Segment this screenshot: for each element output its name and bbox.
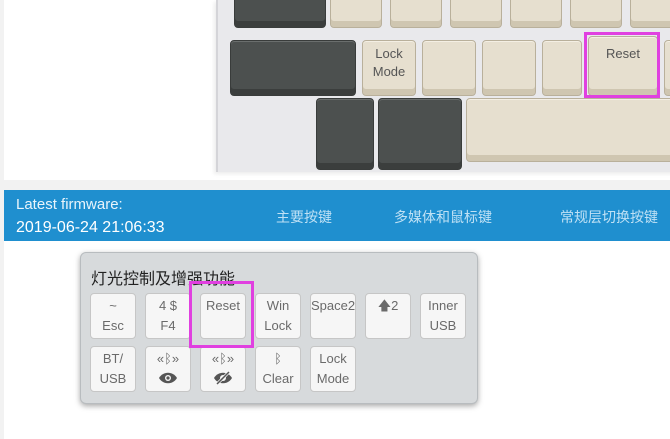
keycap-capslock — [230, 40, 356, 96]
keycap — [316, 98, 374, 170]
keycap — [510, 0, 562, 28]
keycap-legend: Lock — [375, 46, 403, 61]
keycap — [378, 98, 462, 170]
key-lock-mode-button[interactable]: Lock Mode — [310, 346, 356, 392]
tab-layer-switch-keys[interactable]: 常规层切换按键 — [560, 207, 658, 227]
button-label: 2 — [391, 298, 399, 313]
highlight-box — [189, 281, 254, 348]
bluetooth-icon: ᛒ — [274, 351, 282, 366]
key-shift-2-button[interactable]: 🡅2 — [365, 293, 411, 339]
keycap — [630, 0, 670, 28]
keycap-lock-mode: Lock Mode — [362, 40, 416, 96]
highlight-box — [584, 32, 660, 98]
keycap — [542, 40, 582, 96]
button-label: USB — [99, 371, 127, 386]
key-bt-visible-button[interactable]: «ᛒ» — [145, 346, 191, 392]
keycap-legend: Mode — [372, 64, 406, 79]
firmware-date: 2019-06-24 21:06:33 — [16, 219, 165, 236]
key-win-lock-button[interactable]: Win Lock — [255, 293, 301, 339]
key-f4-button[interactable]: 4 $ F4 — [145, 293, 191, 339]
button-label: Esc — [102, 318, 124, 333]
firmware-bar: Latest firmware: 2019-06-24 21:06:33 主要按… — [4, 190, 670, 241]
arrow-up-icon: 🡅 — [377, 298, 392, 313]
tab-multimedia-mouse-keys[interactable]: 多媒体和鼠标键 — [394, 207, 492, 227]
keycap-volume: ◀)) — [390, 0, 442, 28]
button-label: 🡅2 — [366, 298, 410, 314]
key-bt-hidden-button[interactable]: «ᛒ» — [200, 346, 246, 392]
keyboard-photo: ◀) ◀)) ◀× Lock Mode Reset — [4, 0, 670, 180]
button-label: Win — [266, 298, 290, 313]
button-label: Lock — [319, 351, 347, 366]
keycap-spacebar — [466, 98, 670, 162]
bluetooth-signal-icon: «ᛒ» — [156, 351, 180, 366]
key-space2-button[interactable]: Space2 — [310, 293, 356, 339]
button-label: 4 $ — [158, 298, 178, 313]
key-esc-button[interactable]: ~ Esc — [90, 293, 136, 339]
key-bt-clear-button[interactable]: ᛒ Clear — [255, 346, 301, 392]
keycap — [422, 40, 476, 96]
button-label: Mode — [316, 371, 350, 386]
button-label: USB — [429, 318, 457, 333]
button-label: Inner — [428, 298, 458, 313]
eye-icon — [146, 371, 190, 385]
keycap — [570, 0, 622, 28]
key-inner-usb-button[interactable]: Inner USB — [420, 293, 466, 339]
firmware-label: Latest firmware: — [16, 196, 123, 213]
keycap-volume: ◀) — [330, 0, 382, 28]
lighting-enhancement-popup: 灯光控制及增强功能 ~ Esc 4 $ F4 Reset Win Lock Sp… — [80, 252, 478, 404]
keycap — [664, 40, 670, 96]
keycap-mute: ◀× — [450, 0, 502, 28]
button-label: Space2 — [311, 298, 356, 313]
button-label: F4 — [160, 318, 176, 333]
button-label: Clear — [262, 371, 294, 386]
eye-slash-icon — [201, 371, 245, 385]
bluetooth-signal-icon: «ᛒ» — [211, 351, 235, 366]
button-label: BT/ — [102, 351, 124, 366]
tab-main-keys[interactable]: 主要按键 — [276, 207, 332, 227]
key-bt-usb-button[interactable]: BT/ USB — [90, 346, 136, 392]
page: ◀) ◀)) ◀× Lock Mode Reset Latest firmwar… — [0, 0, 670, 439]
button-label: Lock — [264, 318, 292, 333]
keycap — [234, 0, 326, 28]
button-label: ~ — [109, 298, 117, 313]
keycap — [482, 40, 536, 96]
